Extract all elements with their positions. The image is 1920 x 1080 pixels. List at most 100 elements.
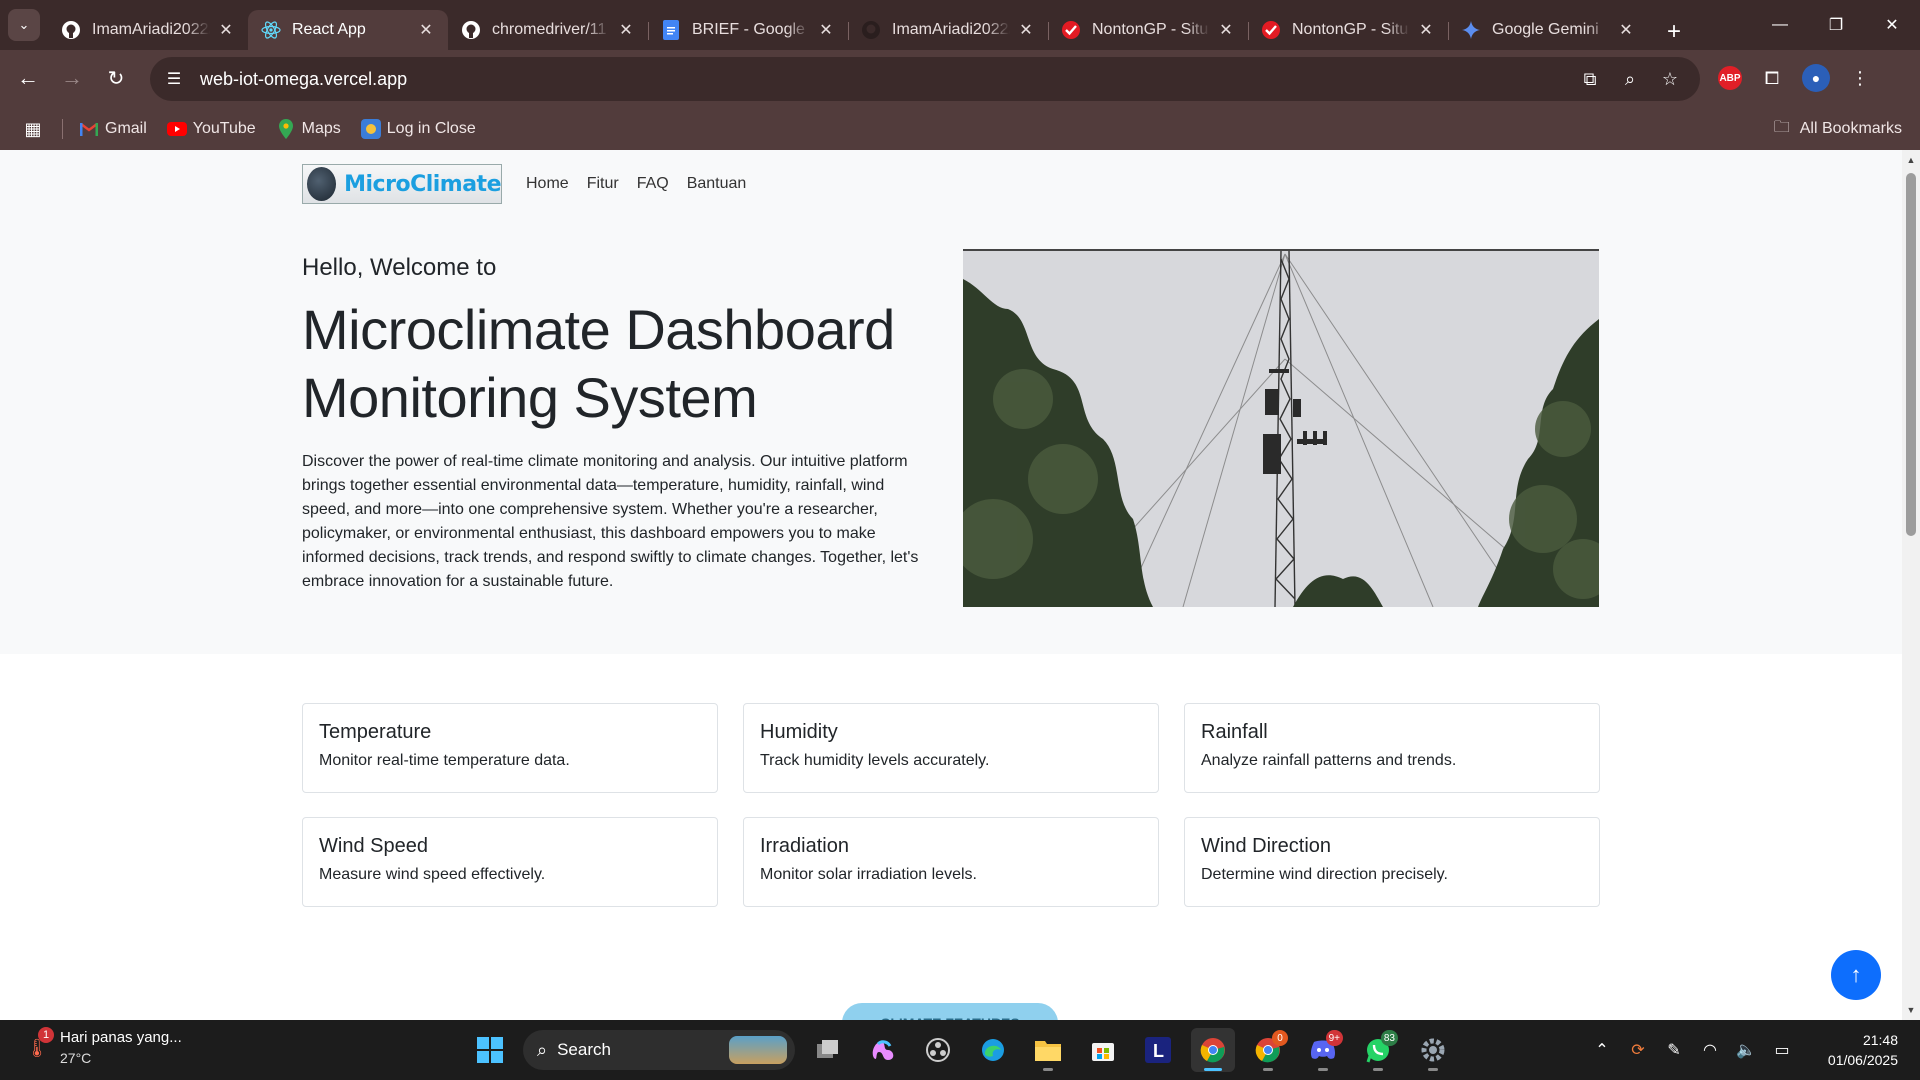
discord-icon[interactable]: 9+: [1301, 1028, 1345, 1072]
bookmark-close[interactable]: Log in Close: [360, 119, 476, 139]
hero-text: Hello, Welcome to Microclimate Dashboard…: [302, 254, 922, 594]
nav-link-faq[interactable]: FAQ: [637, 175, 669, 193]
install-app-icon[interactable]: ⧉: [1574, 63, 1606, 95]
page-viewport: MicroClimate Home Fitur FAQ Bantuan Hell…: [0, 150, 1920, 1020]
tab-search-button[interactable]: ⌄: [8, 9, 40, 41]
chrome-icon[interactable]: [1191, 1028, 1235, 1072]
reload-button[interactable]: ↻: [100, 62, 132, 94]
close-icon[interactable]: ✕: [1416, 20, 1436, 40]
scroll-to-top-button[interactable]: ↑: [1831, 950, 1881, 1000]
back-button[interactable]: ←: [12, 62, 44, 94]
close-icon[interactable]: ✕: [416, 20, 436, 40]
page-scrollbar[interactable]: ▲ ▼: [1902, 150, 1920, 1020]
close-icon[interactable]: ✕: [216, 20, 236, 40]
omnibox-actions: ⧉ ⌕ ☆: [1574, 63, 1686, 95]
close-icon[interactable]: ✕: [1216, 20, 1236, 40]
hero-title-line2: Monitoring System: [302, 366, 758, 429]
climate-features-button[interactable]: CLIMATE FEATURES: [842, 1003, 1058, 1020]
tab[interactable]: NontonGP - Situ ✕: [1248, 10, 1449, 50]
chevron-up-icon[interactable]: ⌃: [1590, 1032, 1614, 1068]
obs-studio-icon[interactable]: [916, 1028, 960, 1072]
site-info-icon[interactable]: ☰: [156, 61, 192, 97]
check-icon: [1060, 19, 1082, 41]
running-indicator: [1043, 1068, 1053, 1071]
feature-desc: Determine wind direction precisely.: [1201, 866, 1448, 883]
bookmark-maps[interactable]: Maps: [276, 119, 341, 139]
tab[interactable]: ImamAriadi2022/ ✕: [848, 10, 1049, 50]
taskbar-search-label: Search: [557, 1040, 611, 1059]
scrollbar-thumb[interactable]: [1906, 173, 1916, 536]
feature-card-irradiation: Irradiation Monitor solar irradiation le…: [743, 817, 1159, 907]
tab-title: ImamAriadi2022/: [92, 21, 210, 38]
window-controls: — ❐ ✕: [1752, 0, 1920, 50]
all-bookmarks[interactable]: 🗀 All Bookmarks: [1774, 116, 1902, 143]
tab[interactable]: Google Gemini ✕: [1448, 10, 1648, 50]
nav-link-fitur[interactable]: Fitur: [587, 175, 619, 193]
adblock-plus-icon[interactable]: ABP: [1718, 66, 1742, 90]
window-close-button[interactable]: ✕: [1864, 0, 1920, 50]
thermometer-icon: 🌡 1: [22, 1027, 54, 1063]
bookmark-star-icon[interactable]: ☆: [1654, 63, 1686, 95]
task-view-icon[interactable]: [806, 1028, 850, 1072]
url-text[interactable]: web-iot-omega.vercel.app: [200, 69, 407, 90]
weather-widget[interactable]: 🌡 1 Hari panas yang... 27°C: [22, 1027, 182, 1068]
wifi-icon[interactable]: ◠: [1698, 1032, 1722, 1068]
microclimate-logo-icon: [307, 167, 337, 201]
close-icon[interactable]: ✕: [616, 20, 636, 40]
running-indicator: [1373, 1068, 1383, 1071]
address-bar[interactable]: ☰ web-iot-omega.vercel.app ⧉ ⌕ ☆: [150, 57, 1700, 101]
microsoft-store-icon[interactable]: [1081, 1028, 1125, 1072]
tab[interactable]: BRIEF - Google D ✕: [648, 10, 849, 50]
tab-active[interactable]: React App ✕: [248, 10, 448, 50]
copilot-icon[interactable]: [861, 1028, 905, 1072]
nav-link-home[interactable]: Home: [526, 175, 569, 193]
restore-button[interactable]: ❐: [1808, 0, 1864, 50]
site-logo[interactable]: MicroClimate: [302, 164, 502, 204]
tab-title: React App: [292, 21, 366, 38]
battery-icon[interactable]: ▭: [1770, 1032, 1794, 1068]
taskbar-search[interactable]: ⌕ Search: [523, 1030, 795, 1070]
nav-link-bantuan[interactable]: Bantuan: [687, 175, 747, 193]
file-explorer-icon[interactable]: [1026, 1028, 1070, 1072]
new-tab-button[interactable]: +: [1656, 14, 1692, 50]
sync-icon[interactable]: ⟳: [1626, 1032, 1650, 1068]
scroll-up-arrow-icon[interactable]: ▲: [1902, 152, 1920, 168]
clock-date: 01/06/2025: [1827, 1052, 1898, 1068]
toolbar-extensions: ABP ⧠ ● ⋮: [1718, 62, 1876, 94]
github-icon: [60, 19, 82, 41]
tab[interactable]: NontonGP - Situ ✕: [1048, 10, 1249, 50]
l-app-icon[interactable]: L: [1136, 1028, 1180, 1072]
close-icon[interactable]: ✕: [1616, 20, 1636, 40]
apps-grid-icon[interactable]: ▦: [18, 119, 48, 140]
whatsapp-badge: 83: [1380, 1030, 1398, 1046]
feature-title: Rainfall: [1201, 721, 1268, 743]
bookmark-youtube[interactable]: YouTube: [166, 119, 256, 139]
tab[interactable]: chromedriver/11 ✕: [448, 10, 649, 50]
tab[interactable]: ImamAriadi2022/ ✕: [48, 10, 249, 50]
feature-title: Temperature: [319, 721, 432, 743]
whatsapp-icon[interactable]: 83: [1356, 1028, 1400, 1072]
forward-button[interactable]: →: [56, 62, 88, 94]
close-icon[interactable]: ✕: [816, 20, 836, 40]
reload-icon: ↻: [107, 67, 125, 90]
scroll-down-arrow-icon[interactable]: ▼: [1902, 1002, 1920, 1018]
minimize-button[interactable]: —: [1752, 0, 1808, 50]
zoom-icon[interactable]: ⌕: [1614, 63, 1646, 95]
tab-title: NontonGP - Situ: [1092, 21, 1209, 38]
chrome-profile-icon[interactable]: 0: [1246, 1028, 1290, 1072]
extensions-puzzle-icon[interactable]: ⧠: [1756, 62, 1788, 94]
chrome-menu-icon[interactable]: ⋮: [1844, 62, 1876, 94]
clock[interactable]: 21:48 01/06/2025: [1828, 1030, 1898, 1070]
maps-icon: [276, 119, 296, 139]
edge-icon[interactable]: [971, 1028, 1015, 1072]
pen-icon[interactable]: ✎: [1662, 1032, 1686, 1068]
close-icon[interactable]: ✕: [1016, 20, 1036, 40]
profile-avatar[interactable]: ●: [1802, 64, 1830, 92]
bookmark-gmail[interactable]: Gmail: [79, 119, 147, 139]
feature-desc: Analyze rainfall patterns and trends.: [1201, 752, 1457, 769]
search-highlight-image: [729, 1036, 787, 1064]
start-button[interactable]: [468, 1028, 512, 1072]
site-navbar: MicroClimate Home Fitur FAQ Bantuan: [302, 164, 746, 204]
volume-icon[interactable]: 🔈: [1734, 1032, 1758, 1068]
settings-gear-icon[interactable]: [1411, 1028, 1455, 1072]
